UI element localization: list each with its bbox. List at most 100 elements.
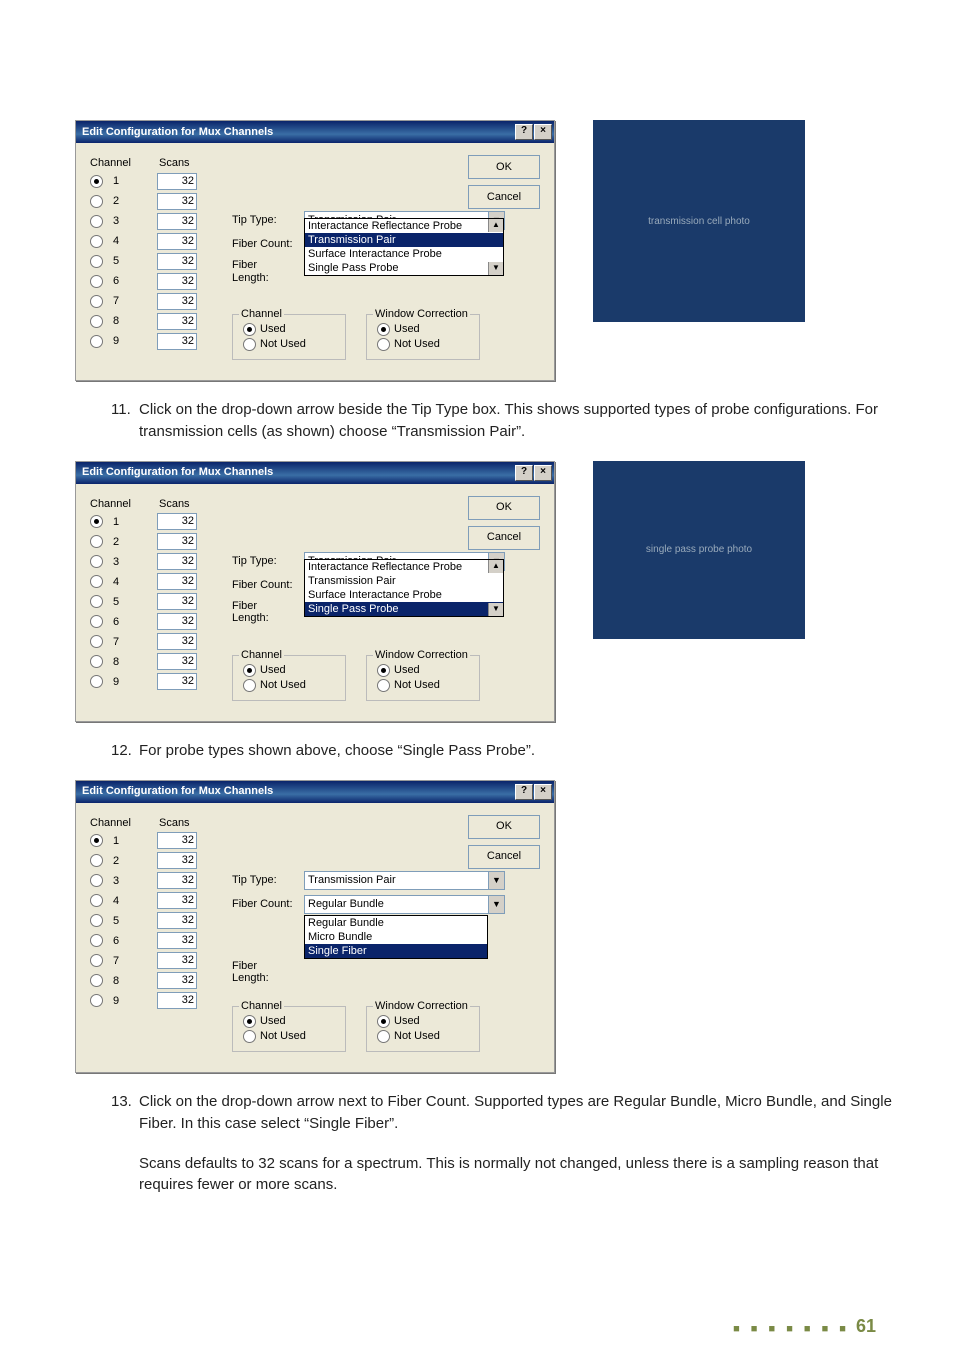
- scans-input[interactable]: 32: [157, 173, 197, 190]
- channel-number: 9: [113, 995, 125, 1008]
- chevron-down-icon[interactable]: ▼: [488, 872, 504, 889]
- step-12-text: 12.For probe types shown above, choose “…: [75, 740, 894, 762]
- channel-row: 8 32: [90, 653, 230, 670]
- scans-input[interactable]: 32: [157, 193, 197, 210]
- channel-row: 132: [90, 832, 230, 849]
- scans-input[interactable]: 32: [157, 972, 197, 989]
- channel-radio[interactable]: [90, 215, 103, 228]
- channel-radio[interactable]: [90, 235, 103, 248]
- cancel-button[interactable]: Cancel: [468, 185, 540, 209]
- scans-input[interactable]: 32: [157, 892, 197, 909]
- scans-input[interactable]: 32: [157, 673, 197, 690]
- scans-input[interactable]: 32: [157, 992, 197, 1009]
- dropdown-option[interactable]: Surface Interactance Probe: [305, 588, 503, 602]
- window-correction-groupbox: Window Correction Used Not Used: [366, 1006, 480, 1052]
- scans-input[interactable]: 32: [157, 952, 197, 969]
- scans-input[interactable]: 32: [157, 313, 197, 330]
- channel-number: 9: [113, 676, 125, 689]
- dropdown-option[interactable]: Single Fiber: [305, 944, 487, 958]
- scans-input[interactable]: 32: [157, 233, 197, 250]
- channel-radio[interactable]: [90, 834, 103, 847]
- scans-input[interactable]: 32: [157, 872, 197, 889]
- channel-radio[interactable]: [90, 575, 103, 588]
- channel-groupbox: Channel Used Not Used: [232, 655, 346, 701]
- channel-radio[interactable]: [90, 974, 103, 987]
- scans-input[interactable]: 32: [157, 213, 197, 230]
- dropdown-option[interactable]: Single Pass Probe: [305, 261, 503, 275]
- channel-radio[interactable]: [90, 914, 103, 927]
- scans-input[interactable]: 32: [157, 653, 197, 670]
- scans-input[interactable]: 32: [157, 513, 197, 530]
- close-icon[interactable]: ×: [534, 124, 552, 140]
- scans-input[interactable]: 32: [157, 533, 197, 550]
- channel-radio[interactable]: [90, 555, 103, 568]
- close-icon[interactable]: ×: [534, 784, 552, 800]
- scans-input[interactable]: 32: [157, 553, 197, 570]
- scans-input[interactable]: 32: [157, 273, 197, 290]
- scroll-down-icon[interactable]: ▼: [488, 603, 503, 616]
- channel-radio[interactable]: [90, 515, 103, 528]
- help-icon[interactable]: ?: [515, 465, 533, 481]
- scans-input[interactable]: 32: [157, 932, 197, 949]
- dropdown-option[interactable]: Interactance Reflectance Probe: [305, 560, 503, 574]
- scroll-up-icon[interactable]: ▲: [488, 560, 503, 573]
- fiber-count-dropdown[interactable]: Regular BundleMicro BundleSingle Fiber: [304, 915, 488, 959]
- channel-radio[interactable]: [90, 934, 103, 947]
- ok-button[interactable]: OK: [468, 155, 540, 179]
- channel-radio[interactable]: [90, 954, 103, 967]
- ok-button[interactable]: OK: [468, 815, 540, 839]
- channel-radio[interactable]: [90, 535, 103, 548]
- window-notused-radio[interactable]: [377, 338, 390, 351]
- dropdown-option[interactable]: Interactance Reflectance Probe: [305, 219, 503, 233]
- scans-input[interactable]: 32: [157, 333, 197, 350]
- channel-radio[interactable]: [90, 335, 103, 348]
- scans-input[interactable]: 32: [157, 852, 197, 869]
- ok-button[interactable]: OK: [468, 496, 540, 520]
- channel-notused-radio[interactable]: [243, 338, 256, 351]
- channel-radio[interactable]: [90, 175, 103, 188]
- dropdown-option[interactable]: Single Pass Probe: [305, 602, 503, 616]
- fiber-count-combo[interactable]: Regular Bundle ▼: [304, 895, 505, 914]
- tip-type-dropdown[interactable]: Interactance Reflectance ProbeTransmissi…: [304, 559, 504, 617]
- scans-input[interactable]: 32: [157, 593, 197, 610]
- tip-type-combo[interactable]: Transmission Pair ▼: [304, 871, 505, 890]
- tip-type-dropdown[interactable]: Interactance Reflectance ProbeTransmissi…: [304, 218, 504, 276]
- channel-radio[interactable]: [90, 854, 103, 867]
- scans-input[interactable]: 32: [157, 832, 197, 849]
- dropdown-option[interactable]: Micro Bundle: [305, 930, 487, 944]
- window-used-radio[interactable]: [377, 323, 390, 336]
- help-icon[interactable]: ?: [515, 124, 533, 140]
- cancel-button[interactable]: Cancel: [468, 845, 540, 869]
- scans-input[interactable]: 32: [157, 293, 197, 310]
- chevron-down-icon[interactable]: ▼: [488, 896, 504, 913]
- channel-radio[interactable]: [90, 655, 103, 668]
- close-icon[interactable]: ×: [534, 465, 552, 481]
- scroll-up-icon[interactable]: ▲: [488, 219, 503, 232]
- channel-radio[interactable]: [90, 255, 103, 268]
- scroll-down-icon[interactable]: ▼: [488, 262, 503, 275]
- channel-radio[interactable]: [90, 275, 103, 288]
- scans-input[interactable]: 32: [157, 633, 197, 650]
- channel-radio[interactable]: [90, 894, 103, 907]
- scans-input[interactable]: 32: [157, 912, 197, 929]
- cancel-button[interactable]: Cancel: [468, 526, 540, 550]
- scans-input[interactable]: 32: [157, 613, 197, 630]
- channel-radio[interactable]: [90, 675, 103, 688]
- dropdown-option[interactable]: Surface Interactance Probe: [305, 247, 503, 261]
- channel-used-radio[interactable]: [243, 323, 256, 336]
- channel-radio[interactable]: [90, 994, 103, 1007]
- channel-radio[interactable]: [90, 315, 103, 328]
- channel-radio[interactable]: [90, 874, 103, 887]
- channel-radio[interactable]: [90, 635, 103, 648]
- channel-number: 8: [113, 656, 125, 669]
- scans-input[interactable]: 32: [157, 253, 197, 270]
- dropdown-option[interactable]: Regular Bundle: [305, 916, 487, 930]
- scans-input[interactable]: 32: [157, 573, 197, 590]
- channel-radio[interactable]: [90, 195, 103, 208]
- channel-radio[interactable]: [90, 595, 103, 608]
- dropdown-option[interactable]: Transmission Pair: [305, 233, 503, 247]
- dropdown-option[interactable]: Transmission Pair: [305, 574, 503, 588]
- channel-radio[interactable]: [90, 615, 103, 628]
- channel-radio[interactable]: [90, 295, 103, 308]
- help-icon[interactable]: ?: [515, 784, 533, 800]
